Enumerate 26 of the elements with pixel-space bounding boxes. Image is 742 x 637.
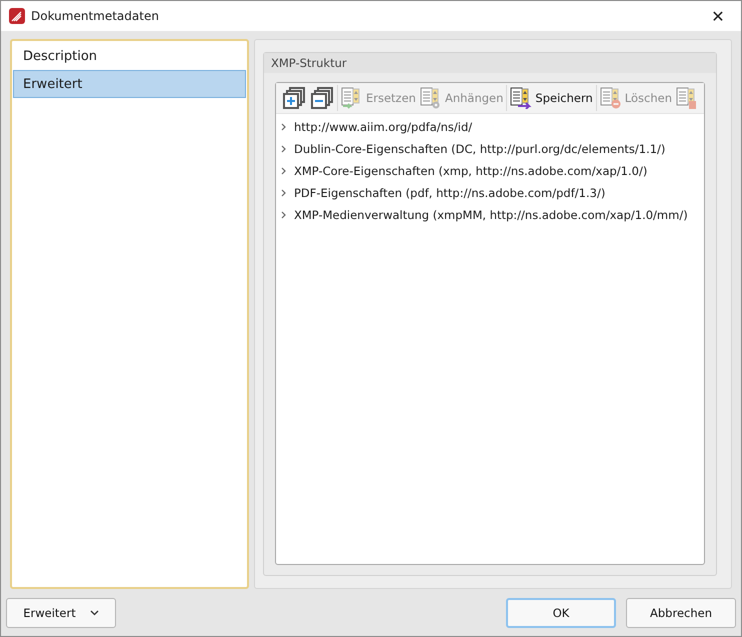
chevron-right-icon[interactable]	[280, 123, 288, 131]
chevron-right-icon[interactable]	[280, 167, 288, 175]
collapse-all-icon	[310, 86, 334, 110]
app-logo-icon	[9, 8, 25, 24]
gear-icon	[420, 87, 442, 109]
tree-item[interactable]: XMP-Medienverwaltung (xmpMM, http://ns.adobe.com/xap/1.0/mm/)	[294, 208, 688, 222]
chevron-right-icon[interactable]	[280, 189, 288, 197]
tree-item[interactable]: PDF-Eigenschaften (pdf, http://ns.adobe.com/pdf/1.3/)	[294, 186, 606, 200]
cancel-button[interactable]: Abbrechen	[626, 598, 736, 628]
ok-button[interactable]: OK	[506, 598, 616, 628]
mode-dropdown[interactable]: Erweitert	[6, 598, 116, 628]
toolbar-button[interactable]: Speichern	[508, 84, 595, 112]
chevron-right-icon[interactable]	[280, 211, 288, 219]
trash-icon	[676, 87, 698, 109]
remove-icon	[600, 87, 622, 109]
expand-all-icon	[282, 86, 306, 110]
tree-item[interactable]: http://www.aiim.org/pdfa/ns/id/	[294, 120, 472, 134]
close-button[interactable]: ✕	[703, 2, 733, 30]
sidebar-item[interactable]: Erweitert	[13, 70, 246, 98]
group-title: XMP-Struktur	[264, 53, 716, 73]
chevron-down-icon	[90, 610, 99, 616]
chevron-right-icon[interactable]	[280, 145, 288, 153]
tree-item[interactable]: XMP-Core-Eigenschaften (xmp, http://ns.adobe.com/xap/1.0/)	[294, 164, 648, 178]
tree-item[interactable]: Dublin-Core-Eigenschaften (DC, http://purl.org/dc/elements/1.1/)	[294, 142, 666, 156]
window-title: Dokumentmetadaten	[31, 9, 160, 23]
save-icon	[510, 87, 532, 109]
